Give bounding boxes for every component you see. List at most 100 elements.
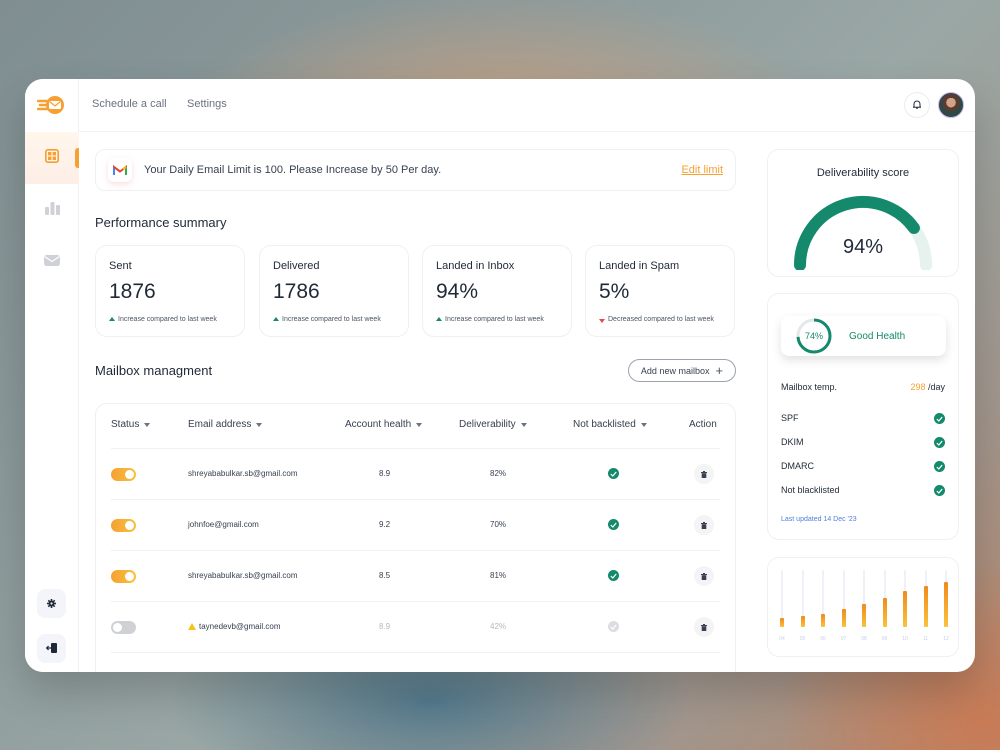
trash-icon (701, 470, 707, 478)
x-tick-label: 05 (799, 636, 806, 642)
column-deliverability[interactable]: Deliverability (459, 419, 527, 430)
x-tick-label: 12 (943, 636, 949, 642)
status-toggle[interactable] (111, 570, 136, 583)
warning-icon (188, 623, 196, 630)
performance-title: Performance summary (95, 215, 227, 230)
check-label: DKIM (781, 437, 804, 447)
bar-column (841, 570, 846, 627)
user-avatar[interactable] (938, 92, 964, 118)
health-status: Good Health (849, 331, 906, 342)
deliverability-cell: 70% (490, 520, 507, 529)
logout-icon (45, 640, 57, 658)
column-label: Deliverability (459, 419, 516, 430)
delete-button[interactable] (694, 515, 714, 535)
stat-card-inbox: Landed in Inbox 94% Increase compared to… (422, 245, 572, 337)
mailbox-temp-value: 298 (910, 382, 926, 392)
email-limit-banner: Your Daily Email Limit is 100. Please In… (95, 149, 736, 191)
health-status-pill: 74% Good Health (781, 316, 946, 356)
email-cell: shreyababulkar.sb@gmail.com (188, 469, 298, 478)
stat-note: Decreased compared to last week (608, 316, 714, 323)
health-ring: 74% (795, 317, 833, 355)
health-cell: 9.2 (379, 520, 391, 529)
check-circle-icon (934, 485, 945, 496)
status-toggle[interactable] (111, 621, 136, 634)
score-title: Deliverability score (816, 167, 910, 179)
mailbox-temp-unit: /day (927, 382, 945, 392)
check-label: DMARC (781, 461, 814, 471)
deliverability-cell: 42% (490, 622, 507, 631)
check-row-dmarc: DMARC (781, 461, 945, 472)
bar-column (821, 570, 825, 627)
column-label: Account health (345, 419, 412, 430)
column-not-backlisted[interactable]: Not backlisted (573, 419, 647, 430)
deliverability-score-card: Deliverability score 94% (767, 149, 959, 277)
column-account-health[interactable]: Account health (345, 419, 423, 430)
notifications-button[interactable] (904, 92, 930, 118)
x-tick-label: 10 (902, 636, 908, 642)
logo-icon[interactable] (36, 95, 67, 115)
check-label: Not blacklisted (781, 485, 840, 495)
arrow-up-icon (273, 316, 279, 321)
delete-button[interactable] (694, 464, 714, 484)
edit-limit-link[interactable]: Edit limit (681, 164, 723, 176)
grid-icon (45, 148, 59, 168)
caret-down-icon (520, 422, 527, 427)
stat-note: Increase compared to last week (282, 316, 381, 323)
add-mailbox-button[interactable]: Add new mailbox + (628, 359, 736, 382)
delete-button[interactable] (694, 617, 714, 637)
column-email[interactable]: Email address (188, 419, 263, 430)
top-bar: Schedule a call Settings (79, 79, 975, 132)
health-cell: 8.5 (379, 571, 391, 580)
bar-column (780, 570, 784, 627)
add-mailbox-label: Add new mailbox (640, 365, 710, 376)
bar-06 (821, 614, 825, 627)
stat-label: Sent (109, 260, 132, 272)
volume-bar-chart: 04 05 06 07 08 09 10 11 12 (768, 558, 958, 656)
volume-chart-card: 04 05 06 07 08 09 10 11 12 (767, 557, 959, 657)
health-cell: 8.9 (379, 469, 391, 478)
check-label: SPF (781, 413, 799, 423)
sidebar-item-mail[interactable] (25, 236, 79, 288)
schedule-call-link[interactable]: Schedule a call (92, 98, 167, 110)
gmail-icon (108, 158, 132, 182)
check-circle-icon (608, 519, 619, 530)
caret-down-icon (144, 422, 151, 427)
delete-button[interactable] (694, 566, 714, 586)
stat-label: Landed in Inbox (436, 260, 515, 272)
column-status[interactable]: Status (111, 419, 151, 430)
x-tick-label: 09 (881, 636, 888, 642)
settings-button[interactable] (37, 589, 66, 618)
status-toggle[interactable] (111, 468, 136, 481)
sidebar-item-analytics[interactable] (25, 184, 79, 236)
stat-card-spam: Landed in Spam 5% Decreased compared to … (585, 245, 735, 337)
bar-04 (780, 617, 784, 627)
table-row: johnfoe@gmail.com 9.2 70% (96, 500, 735, 551)
arrow-up-icon (109, 316, 115, 321)
column-label: Action (689, 419, 717, 430)
stat-card-sent: Sent 1876 Increase compared to last week (95, 245, 245, 337)
bar-05 (800, 615, 805, 627)
bar-column (882, 570, 887, 627)
settings-link[interactable]: Settings (187, 98, 227, 110)
trash-icon (701, 521, 707, 529)
logout-button[interactable] (37, 634, 66, 663)
bar-07 (841, 608, 846, 627)
mailbox-temp-label: Mailbox temp. (781, 382, 838, 392)
gear-icon (47, 595, 56, 613)
table-row: shreyababulkar.sb@gmail.com 8.9 82% (96, 449, 735, 500)
health-percent: 74% (804, 331, 823, 341)
bar-chart-icon (44, 201, 60, 220)
status-toggle[interactable] (111, 519, 136, 532)
stat-note: Increase compared to last week (445, 316, 544, 323)
stat-label: Delivered (273, 260, 320, 272)
stat-note: Increase compared to last week (118, 316, 217, 323)
sidebar-item-dashboard[interactable] (25, 132, 79, 184)
check-circle-icon (934, 413, 945, 424)
table-row: shreyababulkar.sb@gmail.com 8.5 81% (96, 551, 735, 602)
sidebar (25, 79, 79, 672)
x-tick-label: 08 (861, 636, 867, 642)
check-circle-icon (934, 437, 945, 448)
caret-down-icon (416, 422, 423, 427)
email-cell: taynedevb@gmail.com (199, 622, 281, 631)
x-tick-label: 06 (820, 636, 826, 642)
